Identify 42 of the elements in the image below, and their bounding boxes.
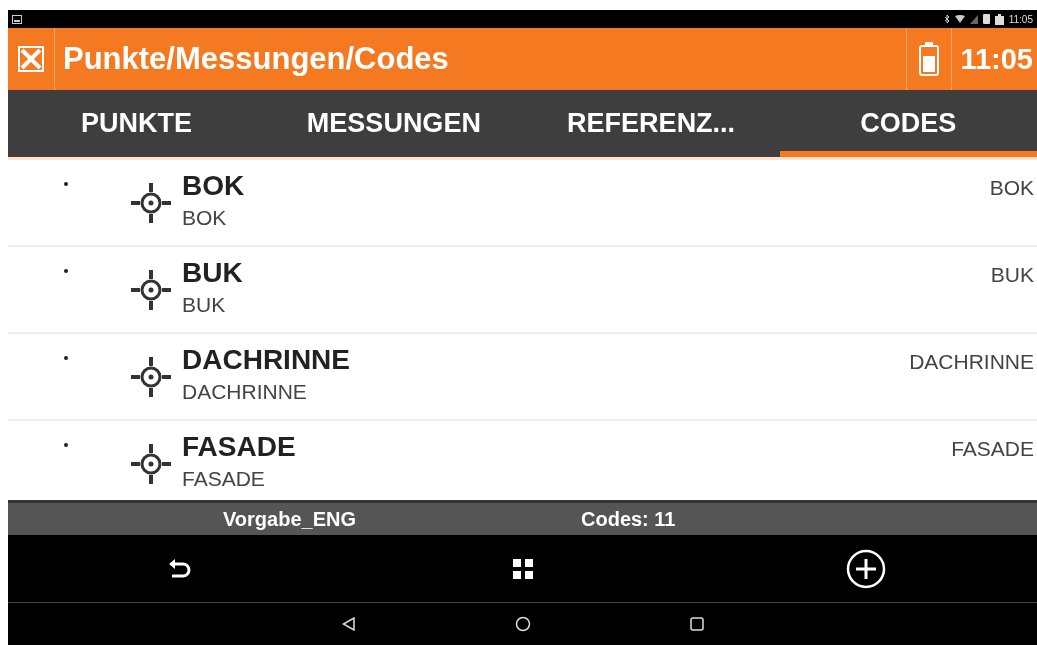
code-count: Codes: 11 bbox=[581, 507, 676, 531]
grid-icon bbox=[512, 558, 533, 579]
bullet-icon bbox=[64, 182, 68, 186]
back-triangle-icon bbox=[341, 617, 356, 631]
target-icon bbox=[128, 180, 174, 226]
target-icon bbox=[128, 267, 174, 313]
bluetooth-icon bbox=[943, 14, 950, 24]
battery-icon bbox=[919, 42, 940, 76]
code-name: BUK bbox=[182, 257, 244, 289]
wifi-icon bbox=[954, 14, 965, 24]
code-value: FASADE bbox=[951, 436, 1035, 461]
code-value: BUK bbox=[990, 262, 1035, 287]
code-description: BOK bbox=[182, 206, 228, 230]
code-name: FASADE bbox=[182, 431, 297, 463]
signal-icon bbox=[969, 14, 978, 24]
code-name: BOK bbox=[182, 170, 246, 202]
bullet-icon bbox=[64, 269, 68, 273]
sim-icon bbox=[982, 14, 990, 24]
tab[interactable]: CODES bbox=[779, 90, 1037, 157]
clock: 11:05 bbox=[1008, 13, 1033, 25]
library-name: Vorgabe_ENG bbox=[223, 507, 356, 531]
code-value: DACHRINNE bbox=[909, 349, 1035, 374]
tab[interactable]: PUNKTE bbox=[8, 90, 266, 157]
code-name: DACHRINNE bbox=[182, 344, 351, 376]
plus-circle-icon bbox=[845, 548, 886, 589]
undo-icon bbox=[168, 558, 191, 579]
bullet-icon bbox=[64, 356, 68, 360]
tab[interactable]: MESSUNGEN bbox=[265, 90, 523, 157]
bullet-icon bbox=[64, 443, 68, 447]
target-icon bbox=[128, 441, 174, 487]
code-value: BOK bbox=[989, 175, 1035, 200]
tab[interactable]: REFERENZ... bbox=[522, 90, 780, 157]
circle-icon bbox=[514, 616, 531, 632]
code-description: BUK bbox=[182, 293, 227, 317]
code-description: FASADE bbox=[182, 467, 266, 491]
code-description: DACHRINNE bbox=[182, 380, 308, 404]
target-icon bbox=[128, 354, 174, 400]
battery-icon bbox=[994, 13, 1004, 25]
square-icon bbox=[689, 617, 704, 631]
image-icon bbox=[12, 14, 22, 24]
clock: 11:05 bbox=[959, 42, 1034, 76]
app-logo-icon bbox=[18, 46, 44, 72]
